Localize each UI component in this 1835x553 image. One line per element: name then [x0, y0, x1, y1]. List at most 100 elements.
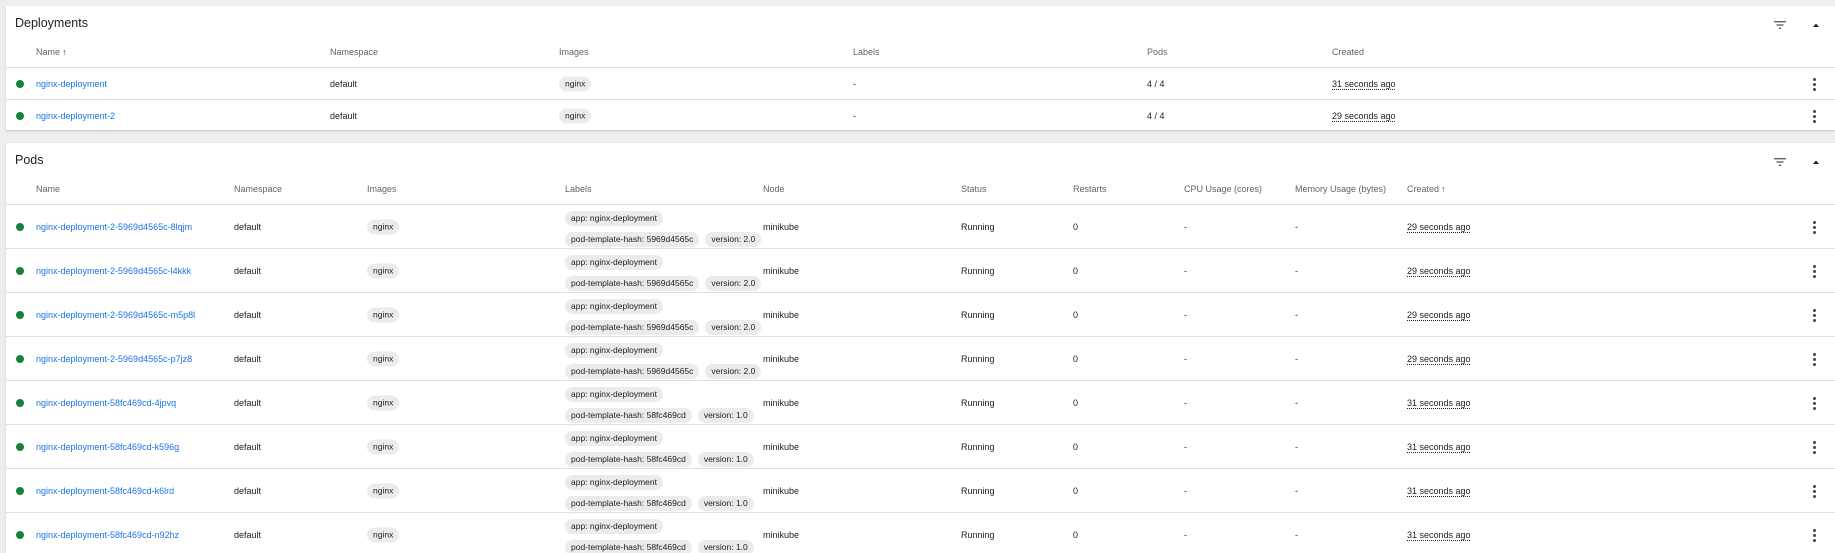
node-cell: minikube	[763, 309, 800, 320]
restarts-cell: 0	[1073, 265, 1079, 276]
label-chip-hash: pod-template-hash: 5969d4565c	[565, 320, 700, 335]
cpu-usage-cell: -	[1184, 353, 1187, 364]
filter-list-icon[interactable]	[1772, 154, 1788, 170]
memory-usage-cell: -	[1295, 265, 1298, 276]
deployments-header: Deployments	[6, 6, 1835, 45]
table-row: nginx-deployment-58fc469cd-n92hz default n…	[6, 513, 1835, 553]
label-chip-app: app: nginx-deployment	[565, 211, 664, 226]
labels-cell: app: nginx-deployment pod-template-hash: …	[565, 252, 767, 294]
label-chip-version: version: 1.0	[697, 408, 754, 423]
created-age: 29 seconds ago	[1407, 265, 1471, 276]
column-header-cpu[interactable]: CPU Usage (cores)	[1184, 184, 1262, 194]
column-header-namespace[interactable]: Namespace	[330, 47, 378, 57]
labels-cell: app: nginx-deployment pod-template-hash: …	[565, 340, 767, 382]
more-vert-icon[interactable]	[1813, 308, 1817, 322]
more-vert-icon[interactable]	[1813, 264, 1817, 278]
label-chip-app: app: nginx-deployment	[565, 299, 664, 314]
label-chip-version: version: 1.0	[697, 540, 754, 553]
column-header-labels[interactable]: Labels	[565, 184, 592, 194]
more-vert-icon[interactable]	[1813, 352, 1817, 366]
status-ok-icon	[16, 111, 24, 120]
chevron-up-icon[interactable]	[1808, 17, 1824, 33]
created-age: 31 seconds ago	[1407, 529, 1471, 540]
deployments-table-header: Name ↑ Namespace Images Labels Pods Creat…	[6, 45, 1835, 68]
label-chip-hash: pod-template-hash: 5969d4565c	[565, 364, 700, 379]
restarts-cell: 0	[1073, 221, 1079, 232]
labels-line: pod-template-hash: 58fc469cd version: 1.0	[565, 493, 760, 514]
status-ok-icon	[16, 266, 24, 275]
pod-name-link[interactable]: nginx-deployment-2-5969d4565c-8lqjm	[36, 222, 192, 232]
label-chip-app: app: nginx-deployment	[565, 255, 664, 270]
label-chip-hash: pod-template-hash: 5969d4565c	[565, 232, 700, 247]
column-header-name[interactable]: Name	[36, 184, 60, 194]
deployment-name-link[interactable]: nginx-deployment	[36, 79, 107, 89]
restarts-cell: 0	[1073, 309, 1079, 320]
label-chip-version: version: 1.0	[697, 496, 754, 511]
more-vert-icon[interactable]	[1813, 484, 1817, 498]
image-chip: nginx	[367, 307, 400, 322]
labels-line: pod-template-hash: 58fc469cd version: 1.0	[565, 449, 760, 470]
labels-cell: -	[853, 78, 856, 89]
label-chip-hash: pod-template-hash: 58fc469cd	[565, 452, 692, 467]
more-vert-icon[interactable]	[1813, 77, 1817, 91]
images-cell: nginx	[559, 108, 592, 123]
pod-name-link[interactable]: nginx-deployment-58fc469cd-n92hz	[36, 530, 179, 540]
more-vert-icon[interactable]	[1813, 220, 1817, 234]
pod-name-link[interactable]: nginx-deployment-2-5969d4565c-p7jz8	[36, 354, 192, 364]
restarts-cell: 0	[1073, 353, 1079, 364]
more-vert-icon[interactable]	[1813, 109, 1817, 123]
column-header-created-label: Created	[1407, 184, 1440, 194]
column-header-node[interactable]: Node	[763, 184, 785, 194]
labels-line: app: nginx-deployment	[565, 428, 760, 449]
column-header-labels[interactable]: Labels	[853, 47, 880, 57]
pod-name-link[interactable]: nginx-deployment-58fc469cd-4jpvq	[36, 398, 176, 408]
label-chip-app: app: nginx-deployment	[565, 475, 664, 490]
column-header-restarts[interactable]: Restarts	[1073, 184, 1107, 194]
pod-name-link[interactable]: nginx-deployment-2-5969d4565c-l4kkk	[36, 266, 191, 276]
filter-list-icon[interactable]	[1772, 17, 1788, 33]
table-row: nginx-deployment-2 default nginx - 4 / 4 29 s…	[6, 100, 1835, 132]
namespace-cell: default	[234, 221, 262, 232]
cpu-usage-cell: -	[1184, 265, 1187, 276]
memory-usage-cell: -	[1295, 353, 1298, 364]
column-header-pods[interactable]: Pods	[1147, 47, 1168, 57]
more-vert-icon[interactable]	[1813, 440, 1817, 454]
image-chip: nginx	[367, 219, 400, 234]
images-cell: nginx	[367, 351, 400, 366]
created-age: 31 seconds ago	[1407, 485, 1471, 496]
deployments-table-body: nginx-deployment default nginx - 4 / 4 31 sec…	[6, 68, 1835, 132]
memory-usage-cell: -	[1295, 397, 1298, 408]
chevron-up-icon[interactable]	[1808, 154, 1824, 170]
pods-table-body: nginx-deployment-2-5969d4565c-8lqjm defau…	[6, 205, 1835, 553]
column-header-created[interactable]: Created ↑	[1407, 184, 1446, 194]
column-header-images[interactable]: Images	[559, 47, 589, 57]
cpu-usage-cell: -	[1184, 441, 1187, 452]
memory-usage-cell: -	[1295, 441, 1298, 452]
column-header-images[interactable]: Images	[367, 184, 397, 194]
labels-line: pod-template-hash: 58fc469cd version: 1.0	[565, 405, 760, 426]
pod-name-link[interactable]: nginx-deployment-58fc469cd-k596g	[36, 442, 179, 452]
created-age: 29 seconds ago	[1332, 110, 1396, 121]
column-header-memory[interactable]: Memory Usage (bytes)	[1295, 184, 1386, 194]
labels-line: app: nginx-deployment	[565, 296, 767, 317]
status-ok-icon	[16, 310, 24, 319]
pod-name-link[interactable]: nginx-deployment-2-5969d4565c-m5p8l	[36, 310, 195, 320]
labels-line: app: nginx-deployment	[565, 340, 767, 361]
column-header-name[interactable]: Name ↑	[36, 47, 67, 57]
images-cell: nginx	[367, 263, 400, 278]
deployment-name-link[interactable]: nginx-deployment-2	[36, 111, 115, 121]
more-vert-icon[interactable]	[1813, 528, 1817, 542]
pod-name-link[interactable]: nginx-deployment-58fc469cd-k6lrd	[36, 486, 174, 496]
column-header-namespace[interactable]: Namespace	[234, 184, 282, 194]
column-header-created[interactable]: Created	[1332, 47, 1364, 57]
label-chip-app: app: nginx-deployment	[565, 519, 664, 534]
more-vert-icon[interactable]	[1813, 396, 1817, 410]
namespace-cell: default	[330, 78, 358, 89]
image-chip: nginx	[367, 483, 400, 498]
column-header-status[interactable]: Status	[961, 184, 987, 194]
node-cell: minikube	[763, 441, 800, 452]
namespace-cell: default	[234, 309, 262, 320]
images-cell: nginx	[367, 527, 400, 542]
created-age: 31 seconds ago	[1332, 78, 1396, 89]
status-ok-icon	[16, 530, 24, 539]
